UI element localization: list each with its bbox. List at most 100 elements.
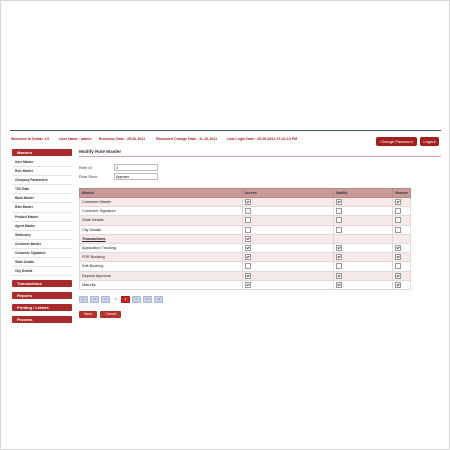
access-cell <box>241 233 335 244</box>
access-cell <box>241 242 335 254</box>
sidebar-section-process[interactable]: Process <box>12 316 72 324</box>
sidebar-section-printing-letters[interactable]: Printing / Letters <box>12 304 72 312</box>
table-header-row: Module Access Modify Browse <box>79 188 411 198</box>
access-checkbox[interactable] <box>244 208 251 215</box>
modify-cell <box>333 196 394 208</box>
modify-checkbox[interactable] <box>336 281 343 288</box>
last-page-button[interactable]: >| <box>154 295 163 303</box>
table-row: Edit Booking <box>79 261 411 272</box>
module-name: City Details <box>79 224 243 235</box>
change-password-button[interactable]: Change Password <box>376 137 417 146</box>
browse-checkbox[interactable] <box>395 281 402 288</box>
modify-checkbox[interactable] <box>336 226 343 233</box>
sidebar-section-masters[interactable]: Masters <box>12 149 72 156</box>
modify-checkbox[interactable] <box>336 199 343 206</box>
title-divider <box>79 156 441 157</box>
table-row: City Details <box>79 224 411 235</box>
logout-button[interactable]: Logout <box>420 137 439 146</box>
browse-cell <box>392 224 411 235</box>
access-cell <box>241 270 335 281</box>
access-checkbox[interactable] <box>244 281 251 288</box>
browse-checkbox[interactable] <box>395 226 402 233</box>
modify-cell <box>333 242 394 254</box>
save-button[interactable]: Save <box>79 310 98 318</box>
next-page-button[interactable]: > <box>132 295 141 303</box>
access-checkbox[interactable] <box>244 199 251 206</box>
prev-group-button[interactable]: << <box>90 295 99 303</box>
modify-checkbox[interactable] <box>336 263 343 270</box>
table-row: Customer Master <box>79 196 411 208</box>
business-date: Business Date : 25-06-2011 <box>99 137 146 141</box>
sidebar-item[interactable]: Company Parameters <box>12 176 72 186</box>
module-name: Maturity <box>79 279 243 290</box>
sidebar-item[interactable]: Bank Master <box>12 194 72 204</box>
access-cell <box>241 206 335 217</box>
access-checkbox[interactable] <box>244 263 251 270</box>
browse-checkbox[interactable] <box>395 199 402 206</box>
table-row: Application Tracking <box>79 242 411 254</box>
browse-checkbox[interactable] <box>395 245 402 252</box>
modify-checkbox[interactable] <box>336 217 343 224</box>
browse-checkbox[interactable] <box>395 217 402 224</box>
access-cell <box>241 196 335 208</box>
table-row: Customer Signature <box>79 206 411 217</box>
module-name: State Details <box>79 215 243 226</box>
modify-checkbox[interactable] <box>336 272 343 279</box>
access-checkbox[interactable] <box>244 217 251 224</box>
table-row: State Details <box>79 215 411 226</box>
access-checkbox[interactable] <box>244 226 251 233</box>
browse-checkbox[interactable] <box>395 254 402 261</box>
browse-checkbox[interactable] <box>395 272 402 279</box>
modify-cell <box>333 233 394 244</box>
modify-cell <box>333 252 394 263</box>
module-name: Edit Booking <box>79 261 243 272</box>
sidebar-item[interactable]: Stationary <box>12 231 72 240</box>
access-checkbox[interactable] <box>244 254 251 261</box>
next-group-button[interactable]: >> <box>143 295 152 303</box>
page-1-link[interactable]: 1 <box>112 296 119 302</box>
browse-cell <box>392 279 411 290</box>
browse-cell <box>392 270 411 281</box>
table-row: Deposit Approval <box>79 270 411 281</box>
sidebar-item[interactable]: City Details <box>12 267 72 277</box>
modify-cell <box>333 215 394 226</box>
modify-checkbox[interactable] <box>336 245 343 252</box>
sidebar-item[interactable]: Rate Master <box>12 203 72 213</box>
access-cell <box>241 224 335 235</box>
access-cell <box>241 261 335 272</box>
sidebar-item[interactable]: Agent Master <box>12 222 72 231</box>
module-name: Application Tracking <box>79 242 243 254</box>
sidebar-item[interactable]: TDS Rate <box>12 185 72 195</box>
browse-cell <box>392 196 411 208</box>
role-id-field[interactable] <box>114 164 158 171</box>
permissions-table: Module Access Modify Browse Customer Mas… <box>79 188 411 290</box>
role-id-label: Role Id <box>79 165 92 170</box>
sidebar-item[interactable]: Customer Signature <box>12 249 72 259</box>
access-checkbox[interactable] <box>244 235 251 242</box>
browse-cell <box>392 242 411 254</box>
module-name: FDR Booking <box>79 252 243 263</box>
modify-checkbox[interactable] <box>336 254 343 261</box>
access-checkbox[interactable] <box>244 272 251 279</box>
prev-page-button[interactable]: < <box>101 295 110 303</box>
sidebar-item[interactable]: State Details <box>12 258 72 268</box>
first-page-button[interactable]: |< <box>79 295 88 303</box>
browse-checkbox[interactable] <box>395 263 402 270</box>
sidebar-item[interactable]: Customer Master <box>12 240 72 249</box>
module-name: Customer Master <box>79 196 243 208</box>
browse-cell <box>392 215 411 226</box>
browse-cell <box>392 252 411 263</box>
sidebar-item[interactable]: Product Master <box>12 213 72 222</box>
sidebar-item[interactable]: User Master <box>12 158 72 168</box>
cancel-button[interactable]: Cancel <box>100 310 122 318</box>
sidebar-section-reports[interactable]: Reports <box>12 292 72 300</box>
sidebar-item[interactable]: Role Master <box>12 167 72 177</box>
access-checkbox[interactable] <box>244 245 251 252</box>
table-row: Transactions <box>79 233 411 244</box>
role-desc-row: Role Desc <box>79 172 441 181</box>
browse-checkbox[interactable] <box>395 208 402 215</box>
page-2-current[interactable]: 2 <box>121 295 130 303</box>
role-desc-field[interactable] <box>114 173 158 180</box>
modify-checkbox[interactable] <box>336 208 343 215</box>
sidebar-section-transactions[interactable]: Transactions <box>12 280 72 288</box>
